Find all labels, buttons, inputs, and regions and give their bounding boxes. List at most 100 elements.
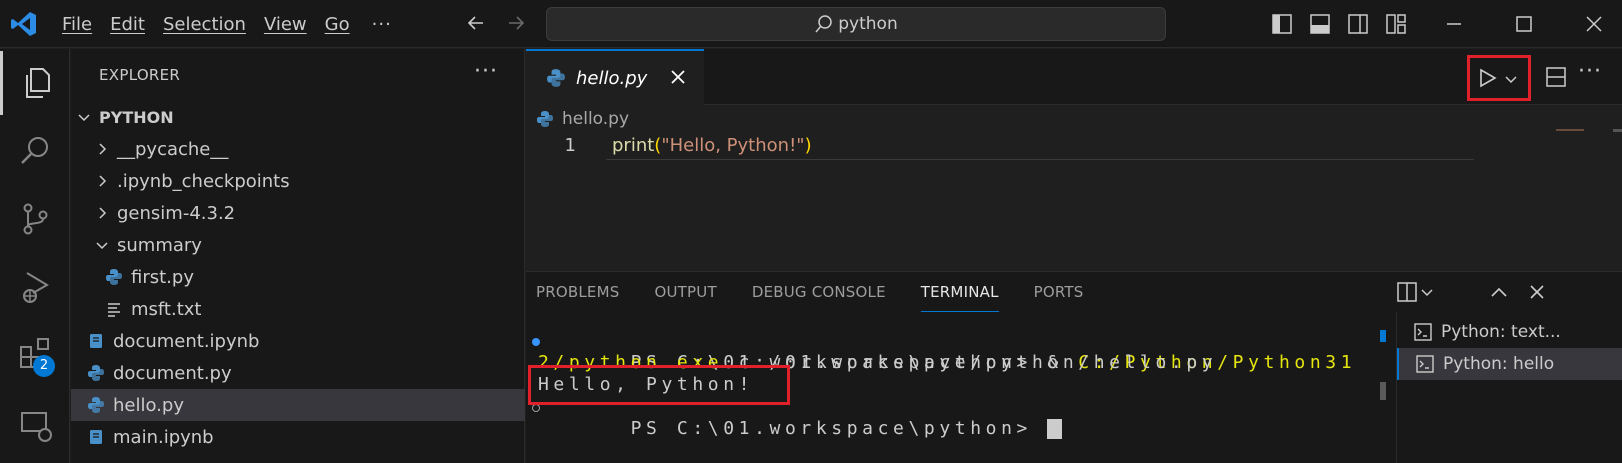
menu-view[interactable]: View [264,14,307,35]
navigation-arrows [463,10,529,36]
files-icon [25,68,50,98]
explorer-title: EXPLORER [99,66,181,84]
menu-more-button[interactable]: ··· [372,14,392,35]
breadcrumb-file: hello.py [562,109,630,129]
tree-item-document-py[interactable]: document.py [71,357,525,389]
editor-more-button[interactable]: ··· [1578,59,1602,84]
toggle-secondary-sidebar-icon[interactable] [1346,12,1370,36]
maximize-panel-icon[interactable] [1487,280,1511,304]
toggle-primary-sidebar-icon[interactable] [1270,12,1294,36]
terminal-scrollbar[interactable] [1380,382,1386,400]
maximize-icon[interactable] [1510,10,1538,38]
code-line-1[interactable]: 1 print("Hello, Python!") [526,133,1622,161]
python-file-icon [106,269,122,285]
forward-arrow-icon[interactable] [503,10,529,36]
run-python-file-icon[interactable] [1476,67,1498,89]
activity-search[interactable] [0,119,70,183]
run-debug-icon [23,272,49,303]
close-panel-icon[interactable] [1525,280,1549,304]
activity-extensions[interactable]: 2 [0,321,70,385]
editor-scrollbar[interactable] [1613,129,1622,132]
tree-item-label: summary [117,234,202,256]
tab-ports[interactable]: PORTS [1034,273,1084,311]
menu-selection[interactable]: Selection [163,14,246,35]
split-editor-icon[interactable] [1544,65,1568,89]
chevron-down-icon[interactable] [1419,284,1435,300]
terminal-line: PS C:\01.workspace\python> & C:/Python/P… [532,330,1356,373]
tree-item-msft-txt[interactable]: msft.txt [71,293,525,325]
activity-source-control[interactable] [0,187,70,251]
explorer-sidebar: EXPLORER ··· PYTHON __pycache__ .ipynb_c… [71,49,525,463]
explorer-more-button[interactable]: ··· [474,59,498,84]
tree-item-label: first.py [131,266,194,288]
tree-item-label: main.ipynb [113,426,214,448]
code-string: "Hello, Python!" [661,135,805,156]
tree-item-first-py[interactable]: first.py [71,261,525,293]
command-pending-dot [532,404,540,412]
minimap[interactable] [1556,129,1584,131]
search-icon [815,15,833,33]
menu-go[interactable]: Go [325,14,350,35]
terminal-scroll-marker [1380,330,1386,342]
terminal-cursor [1047,419,1063,439]
folder-root-python[interactable]: PYTHON [71,101,525,133]
tree-item-label: document.ipynb [113,330,260,352]
terminal-item-hello[interactable]: Python: hello [1397,348,1622,380]
command-center-search[interactable]: python [546,7,1166,41]
customize-layout-icon[interactable] [1384,12,1408,36]
tree-item-main-ipynb[interactable]: main.ipynb [71,421,525,453]
source-control-icon [23,203,48,235]
tree-item-gensim[interactable]: gensim-4.3.2 [71,197,525,229]
search-icon [21,137,48,164]
terminal-script-path: c:/01.workspace/python/hello.py [723,352,1218,373]
current-line-highlight [606,159,1474,160]
search-text: python [838,14,898,34]
chevron-right-icon [99,207,107,219]
menu-file[interactable]: File [62,14,92,35]
vscode-logo-icon[interactable] [10,10,38,38]
menu-edit[interactable]: Edit [110,14,145,35]
tree-item-ipynb-checkpoints[interactable]: .ipynb_checkpoints [71,165,525,197]
tree-item-hello-py[interactable]: hello.py [71,389,525,421]
code-text: print("Hello, Python!") [612,135,812,156]
tab-output[interactable]: OUTPUT [654,273,716,311]
close-window-icon[interactable] [1580,10,1608,38]
notebook-file-icon [90,334,102,348]
tab-problems[interactable]: PROBLEMS [536,273,619,311]
chevron-down-icon [96,242,108,250]
activity-run-debug[interactable] [0,255,70,319]
activity-explorer[interactable] [0,51,70,115]
tree-item-document-ipynb[interactable]: document.ipynb [71,325,525,357]
minimize-icon[interactable] [1440,10,1468,38]
editor-tab-strip: hello.py ··· [526,49,1622,105]
terminal-item-label: Python: hello [1443,354,1555,374]
tab-terminal[interactable]: TERMINAL [920,273,999,312]
terminal-item-label: Python: text... [1441,322,1561,342]
tree-item-label: hello.py [113,394,184,416]
tree-item-label: msft.txt [131,298,202,320]
python-file-icon [88,365,104,381]
chevron-down-icon[interactable] [1503,71,1519,87]
activity-bar: 2 [0,49,70,463]
terminal-item-text[interactable]: Python: text... [1397,316,1622,348]
tab-debug-console[interactable]: DEBUG CONSOLE [752,273,886,311]
tab-label: hello.py [576,67,648,89]
extensions-badge: 2 [33,355,55,377]
breadcrumb[interactable]: hello.py [536,107,629,131]
layout-controls [1270,12,1408,36]
tab-hello-py[interactable]: hello.py [526,49,704,105]
tree-item-summary[interactable]: summary [71,229,525,261]
output-highlight-box [528,365,790,405]
terminal-icon [1414,323,1432,341]
split-terminal-icon[interactable] [1395,280,1419,304]
back-arrow-icon[interactable] [463,10,489,36]
title-bar: File Edit Selection View Go ··· python [0,0,1622,48]
close-icon[interactable] [668,67,688,87]
tree-item-pycache[interactable]: __pycache__ [71,133,525,165]
activity-remote-explorer[interactable] [0,393,70,457]
remote-explorer-icon [21,412,52,442]
code-function: print [612,135,655,156]
toggle-panel-icon[interactable] [1308,12,1332,36]
terminal-list: Python: text... Python: hello [1396,312,1622,463]
editor-area: hello.py ··· hello.py 1 print("Hello, Py… [526,49,1622,271]
